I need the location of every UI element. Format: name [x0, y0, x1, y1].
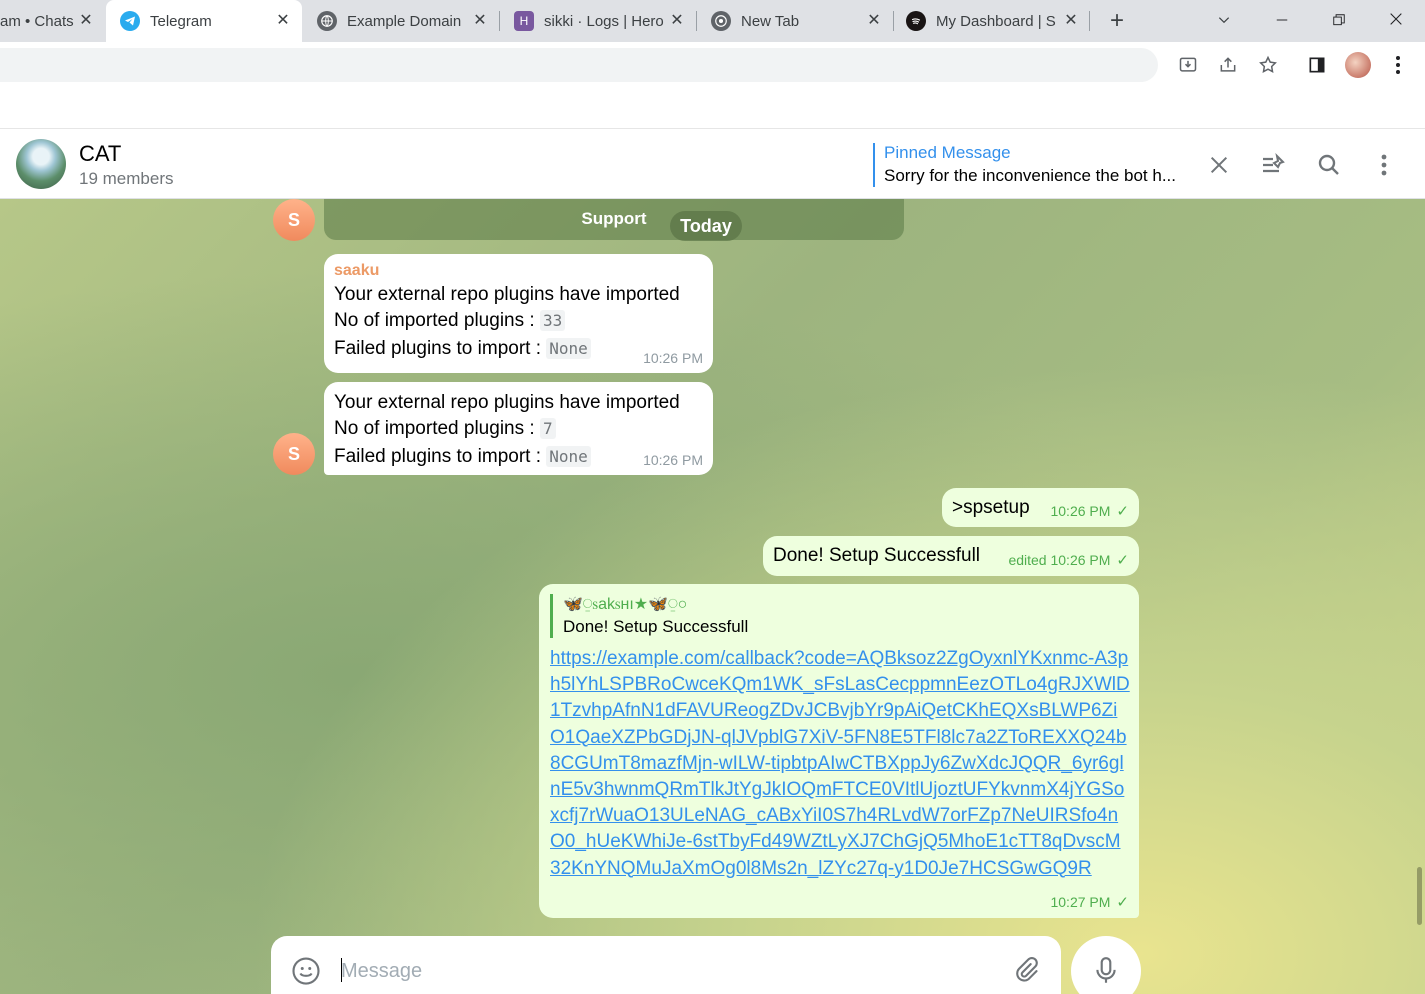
message-bubble[interactable]: saaku Your external repo plugins have im… — [324, 254, 713, 373]
imported-count-value[interactable]: 33 — [539, 310, 566, 331]
emoji-icon[interactable] — [291, 956, 321, 986]
message-bubble-outgoing[interactable]: >spsetup 10:26 PM ✓ — [942, 488, 1139, 527]
chat-messages-area[interactable]: Support S Today saaku Your external repo… — [0, 199, 1425, 994]
chat-members-count: 19 members — [79, 169, 174, 188]
chrome-icon — [711, 11, 731, 31]
message-text: Your external repo plugins have imported — [334, 284, 680, 305]
sent-check-icon: ✓ — [1116, 894, 1129, 911]
tab-label: am • Chats — [0, 12, 74, 30]
message-time-text: edited 10:26 PM — [1008, 552, 1111, 568]
message-time: 10:26 PM — [643, 350, 703, 366]
share-icon[interactable] — [1216, 53, 1240, 77]
sender-avatar[interactable]: S — [273, 199, 315, 241]
reply-text: Done! Setup Successfull — [563, 617, 749, 636]
failed-value[interactable]: None — [546, 338, 591, 359]
tab-close-icon[interactable]: ✕ — [865, 12, 883, 30]
message-bubble[interactable]: Your external repo plugins have imported… — [324, 382, 713, 475]
attach-icon[interactable] — [1012, 956, 1042, 986]
tab-label: New Tab — [741, 12, 800, 30]
message-input[interactable] — [341, 954, 981, 988]
tab-close-icon[interactable]: ✕ — [1062, 12, 1080, 30]
tab-separator — [1089, 11, 1090, 31]
profile-avatar[interactable] — [1345, 52, 1371, 78]
search-icon[interactable] — [1315, 151, 1343, 179]
tab-close-icon[interactable]: ✕ — [77, 12, 95, 30]
tab-label: sikki · Logs | Hero — [544, 12, 664, 30]
message-line: No of imported plugins : 33 — [334, 308, 703, 334]
pinned-list-icon[interactable] — [1260, 151, 1288, 179]
chat-header: CAT 19 members Pinned Message Sorry for … — [0, 129, 1425, 199]
restore-button[interactable] — [1326, 8, 1352, 34]
message-bubble-outgoing[interactable]: Done! Setup Successfull edited 10:26 PM ✓ — [763, 536, 1139, 576]
chat-title[interactable]: CAT — [79, 141, 121, 167]
tab-chats[interactable]: am • Chats ✕ — [0, 0, 105, 42]
message-time-text: 10:26 PM — [1050, 503, 1111, 519]
group-avatar[interactable] — [16, 139, 66, 189]
tab-dashboard[interactable]: My Dashboard | S ✕ — [894, 0, 1090, 42]
globe-icon — [317, 11, 337, 31]
sender-avatar[interactable]: S — [273, 433, 315, 475]
message-line: No of imported plugins : 7 — [334, 416, 703, 442]
side-panel-icon[interactable] — [1305, 53, 1329, 77]
tab-close-icon[interactable]: ✕ — [274, 12, 292, 30]
failed-label: Failed plugins to import : — [334, 338, 541, 359]
tab-heroku-logs[interactable]: H sikki · Logs | Hero ✕ — [500, 0, 696, 42]
message-time: 10:26 PM ✓ — [1050, 502, 1129, 520]
browser-toolbar — [0, 42, 1425, 88]
message-composer — [271, 936, 1061, 994]
close-pinned-icon[interactable] — [1205, 151, 1233, 179]
reply-sender: 🦋⍜ꮪakꮪнı★🦋⍜○ — [563, 596, 688, 613]
new-tab-button[interactable]: + — [1104, 8, 1130, 34]
browser-tab-strip: am • Chats ✕ Telegram ✕ Example Domain ✕… — [0, 0, 1425, 42]
text-caret — [341, 958, 342, 982]
tab-search-chevron-icon[interactable] — [1211, 8, 1237, 34]
failed-label: Failed plugins to import : — [334, 446, 541, 467]
message-time: edited 10:26 PM ✓ — [1008, 551, 1129, 569]
tab-new-tab[interactable]: New Tab ✕ — [697, 0, 893, 42]
imported-count-label: No of imported plugins : — [334, 418, 535, 439]
tab-label: My Dashboard | S — [936, 12, 1056, 30]
message-bubble-outgoing[interactable]: 🦋⍜ꮪakꮪнı★🦋⍜○ Done! Setup Successfull htt… — [539, 584, 1139, 918]
sent-check-icon: ✓ — [1116, 552, 1129, 569]
sent-check-icon: ✓ — [1116, 503, 1129, 520]
chat-menu-icon[interactable] — [1370, 151, 1398, 179]
chat-scrollbar[interactable] — [1417, 867, 1422, 925]
date-separator: Today — [670, 211, 742, 241]
imported-count-value[interactable]: 7 — [539, 418, 556, 439]
reply-quote[interactable]: 🦋⍜ꮪakꮪнı★🦋⍜○ Done! Setup Successfull — [550, 594, 1129, 638]
close-window-button[interactable] — [1383, 8, 1409, 34]
install-app-icon[interactable] — [1176, 53, 1200, 77]
tab-telegram[interactable]: Telegram ✕ — [106, 0, 302, 42]
message-time: 10:27 PM ✓ — [1050, 893, 1129, 911]
failed-value[interactable]: None — [546, 446, 591, 467]
message-time-text: 10:27 PM — [1050, 894, 1111, 910]
pinned-message-text[interactable]: Sorry for the inconvenience the bot h... — [884, 166, 1176, 186]
imported-count-label: No of imported plugins : — [334, 310, 535, 331]
tab-close-icon[interactable]: ✕ — [668, 12, 686, 30]
tab-label: Example Domain — [347, 12, 462, 30]
telegram-icon — [120, 11, 140, 31]
message-text: Your external repo plugins have imported — [334, 392, 680, 413]
tab-example-domain[interactable]: Example Domain ✕ — [303, 0, 499, 42]
microphone-icon — [1096, 957, 1116, 983]
bookmark-star-icon[interactable] — [1256, 53, 1280, 77]
support-label: Support — [581, 209, 647, 228]
message-time: 10:26 PM — [643, 452, 703, 468]
tab-close-icon[interactable]: ✕ — [471, 12, 489, 30]
support-card[interactable]: Support — [324, 199, 904, 240]
spotify-icon — [906, 11, 926, 31]
more-menu-icon[interactable] — [1386, 53, 1410, 77]
callback-link[interactable]: https://example.com/callback?code=AQBkso… — [550, 646, 1130, 882]
address-bar[interactable] — [0, 48, 1158, 82]
telegram-top-bar — [0, 88, 1425, 129]
heroku-icon: H — [514, 11, 534, 31]
tab-label: Telegram — [150, 12, 212, 30]
minimize-button[interactable] — [1269, 8, 1295, 34]
pinned-message-title[interactable]: Pinned Message — [884, 143, 1011, 163]
message-sender[interactable]: saaku — [334, 262, 703, 280]
pinned-indicator — [873, 143, 875, 187]
